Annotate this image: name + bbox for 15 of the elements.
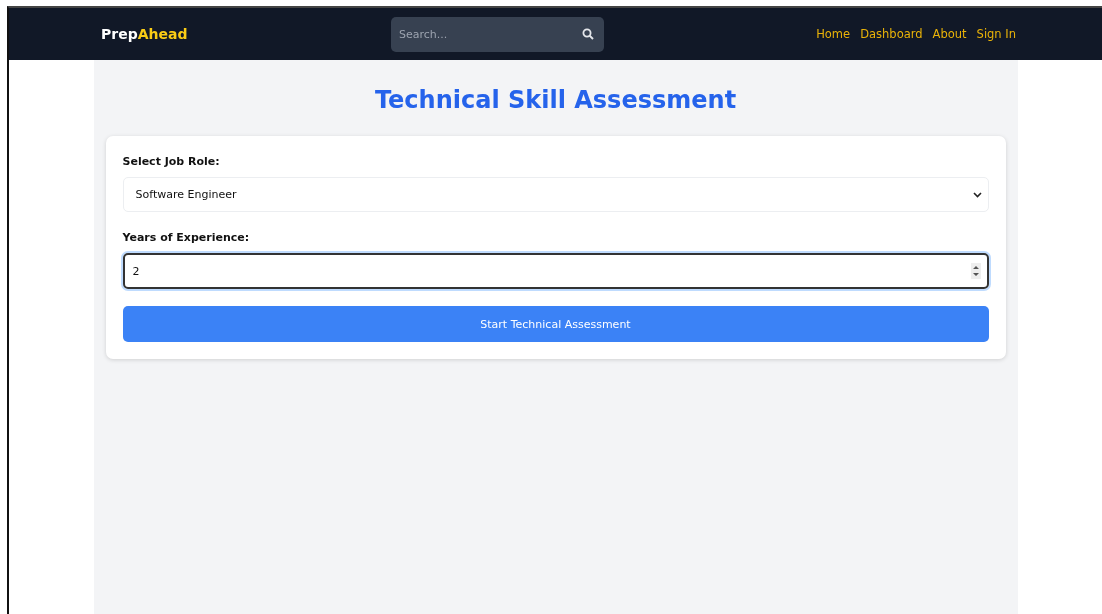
search-icon[interactable] bbox=[582, 28, 594, 40]
start-assessment-button[interactable]: Start Technical Assessment bbox=[122, 306, 989, 342]
nav-link[interactable]: Sign In bbox=[976, 27, 1016, 41]
field-label: Select Job Role: bbox=[122, 155, 221, 168]
spinner-icon[interactable] bbox=[970, 263, 981, 279]
nav-link[interactable]: About bbox=[932, 27, 967, 41]
nav-link[interactable]: Home bbox=[816, 27, 851, 41]
brand-logo[interactable]: PrepAhead bbox=[101, 26, 391, 42]
experience-field[interactable]: 2 bbox=[122, 253, 989, 289]
field-label: Years of Experience: bbox=[122, 231, 251, 244]
job-role-select[interactable]: Software Engineer bbox=[122, 177, 989, 212]
nav-link[interactable]: Dashboard bbox=[860, 27, 923, 41]
search-field[interactable]: Search... bbox=[391, 16, 604, 52]
page-title: Technical Skill Assessment bbox=[373, 86, 738, 114]
chevron-icon bbox=[972, 191, 982, 198]
